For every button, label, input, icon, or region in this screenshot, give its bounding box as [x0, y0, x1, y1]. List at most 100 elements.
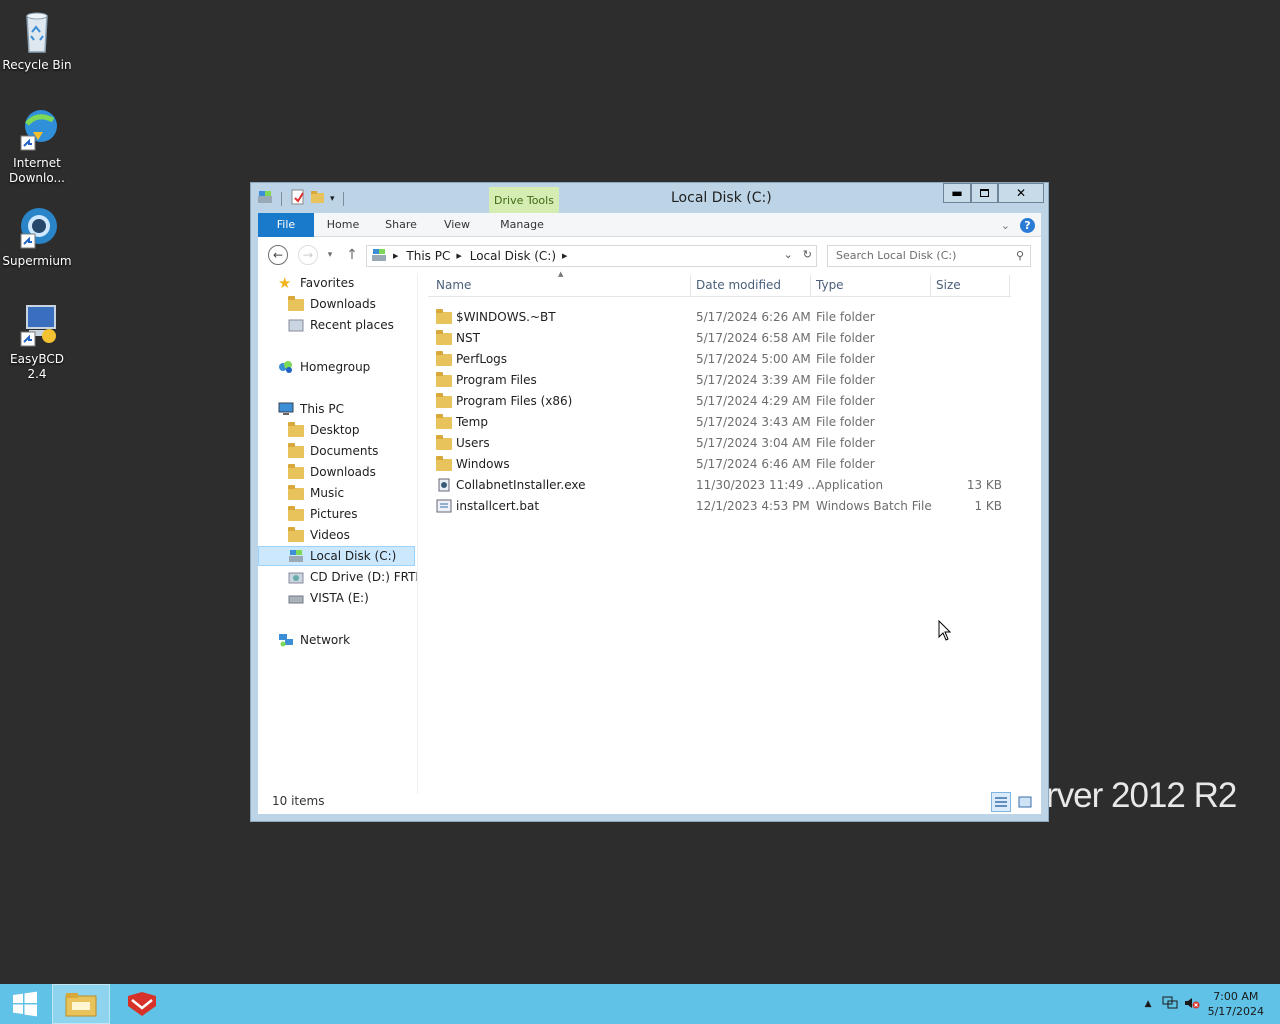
- file-row[interactable]: CollabnetInstaller.exe 11/30/2023 11:49 .…: [428, 475, 1011, 496]
- details-view-button[interactable]: [991, 792, 1011, 812]
- clock[interactable]: 7:00 AM 5/17/2024: [1208, 989, 1264, 1019]
- nav-network[interactable]: Network: [258, 630, 417, 650]
- drive-icon: [257, 189, 273, 208]
- nav-this-pc[interactable]: This PC: [258, 399, 417, 419]
- file-row[interactable]: installcert.bat 12/1/2023 4:53 PM Windows …: [428, 496, 1011, 517]
- file-row[interactable]: Users 5/17/2024 3:04 AM File folder: [428, 433, 1011, 454]
- breadcrumb-arrow-icon[interactable]: ▶: [393, 252, 398, 260]
- nav-label: Downloads: [310, 297, 376, 311]
- address-bar[interactable]: ▶ This PC ▶ Local Disk (C:) ▶ ⌄ ↻: [366, 245, 817, 267]
- column-divider[interactable]: [930, 275, 931, 297]
- title-bar[interactable]: ▾ Drive Tools Local Disk (C:) ▬ ✕: [251, 183, 1048, 214]
- nav-item-cd-drive[interactable]: CD Drive (D:) FRTMB: [258, 567, 417, 587]
- recent-locations-dropdown[interactable]: ▾: [320, 245, 340, 265]
- taskbar: ▲ 7:00 AM 5/17/2024: [0, 984, 1280, 1024]
- file-row[interactable]: Program Files 5/17/2024 3:39 AM File folde…: [428, 370, 1011, 391]
- new-folder-icon[interactable]: [310, 189, 326, 208]
- breadcrumb-this-pc[interactable]: This PC: [406, 249, 450, 263]
- file-type: File folder: [816, 394, 875, 408]
- nav-homegroup[interactable]: Homegroup: [258, 357, 417, 377]
- nav-item-recent-places[interactable]: Recent places: [258, 315, 417, 335]
- file-row[interactable]: $WINDOWS.~BT 5/17/2024 6:26 AM File folder: [428, 307, 1011, 328]
- start-button[interactable]: [0, 984, 50, 1024]
- navigation-pane: ★ Favorites Downloads Recent places Home…: [258, 273, 418, 794]
- desktop-icon-label: Supermium: [2, 254, 72, 268]
- tab-manage[interactable]: Manage: [492, 213, 552, 237]
- desktop-icon-supermium[interactable]: Supermium: [1, 204, 73, 269]
- properties-icon[interactable]: [290, 189, 306, 208]
- nav-item-downloads[interactable]: Downloads: [258, 294, 417, 314]
- folder-icon: [436, 372, 452, 387]
- minimize-button[interactable]: ▬: [943, 183, 971, 203]
- column-name[interactable]: Name: [436, 278, 471, 292]
- file-row[interactable]: NST 5/17/2024 6:58 AM File folder: [428, 328, 1011, 349]
- large-icons-view-button[interactable]: [1015, 792, 1035, 812]
- taskbar-file-explorer[interactable]: [52, 984, 110, 1024]
- pictures-folder-icon: [288, 506, 304, 521]
- column-type[interactable]: Type: [816, 278, 844, 292]
- nav-item-vista-e[interactable]: VISTA (E:): [258, 588, 417, 608]
- nav-item-documents[interactable]: Documents: [258, 441, 417, 461]
- column-size[interactable]: Size: [936, 278, 961, 292]
- easybcd-icon: [13, 302, 61, 350]
- nav-label: Homegroup: [300, 360, 371, 374]
- nav-label: Videos: [310, 528, 350, 542]
- column-divider[interactable]: [690, 275, 691, 297]
- tab-home[interactable]: Home: [320, 213, 366, 237]
- up-arrow-icon: ↑: [346, 247, 358, 263]
- up-button[interactable]: ↑: [342, 245, 362, 265]
- breadcrumb-arrow-icon[interactable]: ▶: [456, 252, 461, 260]
- nav-item-videos[interactable]: Videos: [258, 525, 417, 545]
- nav-item-local-disk-c[interactable]: Local Disk (C:): [258, 546, 415, 566]
- search-box[interactable]: Search Local Disk (C:) ⚲: [827, 245, 1031, 267]
- help-icon[interactable]: ?: [1020, 218, 1035, 233]
- sort-ascending-icon: ▲: [558, 270, 564, 278]
- desktop-icon-recycle-bin[interactable]: Recycle Bin: [1, 8, 73, 73]
- back-button[interactable]: ←: [268, 245, 288, 265]
- desktop-icon-easybcd[interactable]: EasyBCD 2.4: [1, 302, 73, 382]
- file-row[interactable]: Windows 5/17/2024 6:46 AM File folder: [428, 454, 1011, 475]
- explorer-window[interactable]: ▾ Drive Tools Local Disk (C:) ▬ ✕ File H…: [250, 182, 1049, 822]
- volume-muted-icon[interactable]: [1184, 996, 1200, 1013]
- nav-label: This PC: [300, 402, 344, 416]
- folder-icon: [436, 456, 452, 471]
- file-row[interactable]: Temp 5/17/2024 3:43 AM File folder: [428, 412, 1011, 433]
- downloads-folder-icon: [288, 464, 304, 479]
- file-name: Users: [456, 436, 490, 450]
- show-hidden-icons-icon[interactable]: ▲: [1145, 999, 1152, 1009]
- close-button[interactable]: ✕: [998, 183, 1044, 203]
- nav-favorites[interactable]: ★ Favorites: [258, 273, 417, 293]
- folder-icon: [436, 414, 452, 429]
- address-history-dropdown-icon[interactable]: ⌄: [784, 248, 793, 261]
- nav-item-pictures[interactable]: Pictures: [258, 504, 417, 524]
- column-date-modified[interactable]: Date modified: [696, 278, 781, 292]
- network-tray-icon[interactable]: [1162, 996, 1178, 1013]
- nav-item-desktop[interactable]: Desktop: [258, 420, 417, 440]
- breadcrumb-arrow-icon[interactable]: ▶: [562, 252, 567, 260]
- forward-button[interactable]: →: [298, 245, 318, 265]
- nav-item-downloads-pc[interactable]: Downloads: [258, 462, 417, 482]
- drive-tools-context-tab[interactable]: Drive Tools: [489, 187, 559, 214]
- computer-icon: [278, 402, 294, 416]
- file-row[interactable]: PerfLogs 5/17/2024 5:00 AM File folder: [428, 349, 1011, 370]
- column-divider[interactable]: [810, 275, 811, 297]
- column-divider[interactable]: [1009, 275, 1010, 297]
- maximize-button[interactable]: [971, 183, 998, 203]
- tab-share[interactable]: Share: [378, 213, 424, 237]
- nav-item-music[interactable]: Music: [258, 483, 417, 503]
- tab-file[interactable]: File: [258, 213, 314, 237]
- file-row[interactable]: Program Files (x86) 5/17/2024 4:29 AM File…: [428, 391, 1011, 412]
- folder-icon: [436, 330, 452, 345]
- network-icon: [278, 633, 294, 647]
- file-name: Program Files: [456, 373, 537, 387]
- customize-dropdown-icon[interactable]: ▾: [330, 194, 335, 204]
- expand-ribbon-icon[interactable]: ⌄: [1001, 219, 1010, 232]
- file-date-modified: 5/17/2024 3:39 AM: [696, 373, 811, 387]
- breadcrumb-local-disk[interactable]: Local Disk (C:): [470, 249, 556, 263]
- file-name: Windows: [456, 457, 510, 471]
- refresh-icon[interactable]: ↻: [803, 248, 812, 261]
- file-date-modified: 5/17/2024 6:26 AM: [696, 310, 811, 324]
- taskbar-app[interactable]: [113, 984, 171, 1024]
- desktop-icon-internet-download-manager[interactable]: Internet Downlo...: [1, 106, 73, 186]
- tab-view[interactable]: View: [434, 213, 480, 237]
